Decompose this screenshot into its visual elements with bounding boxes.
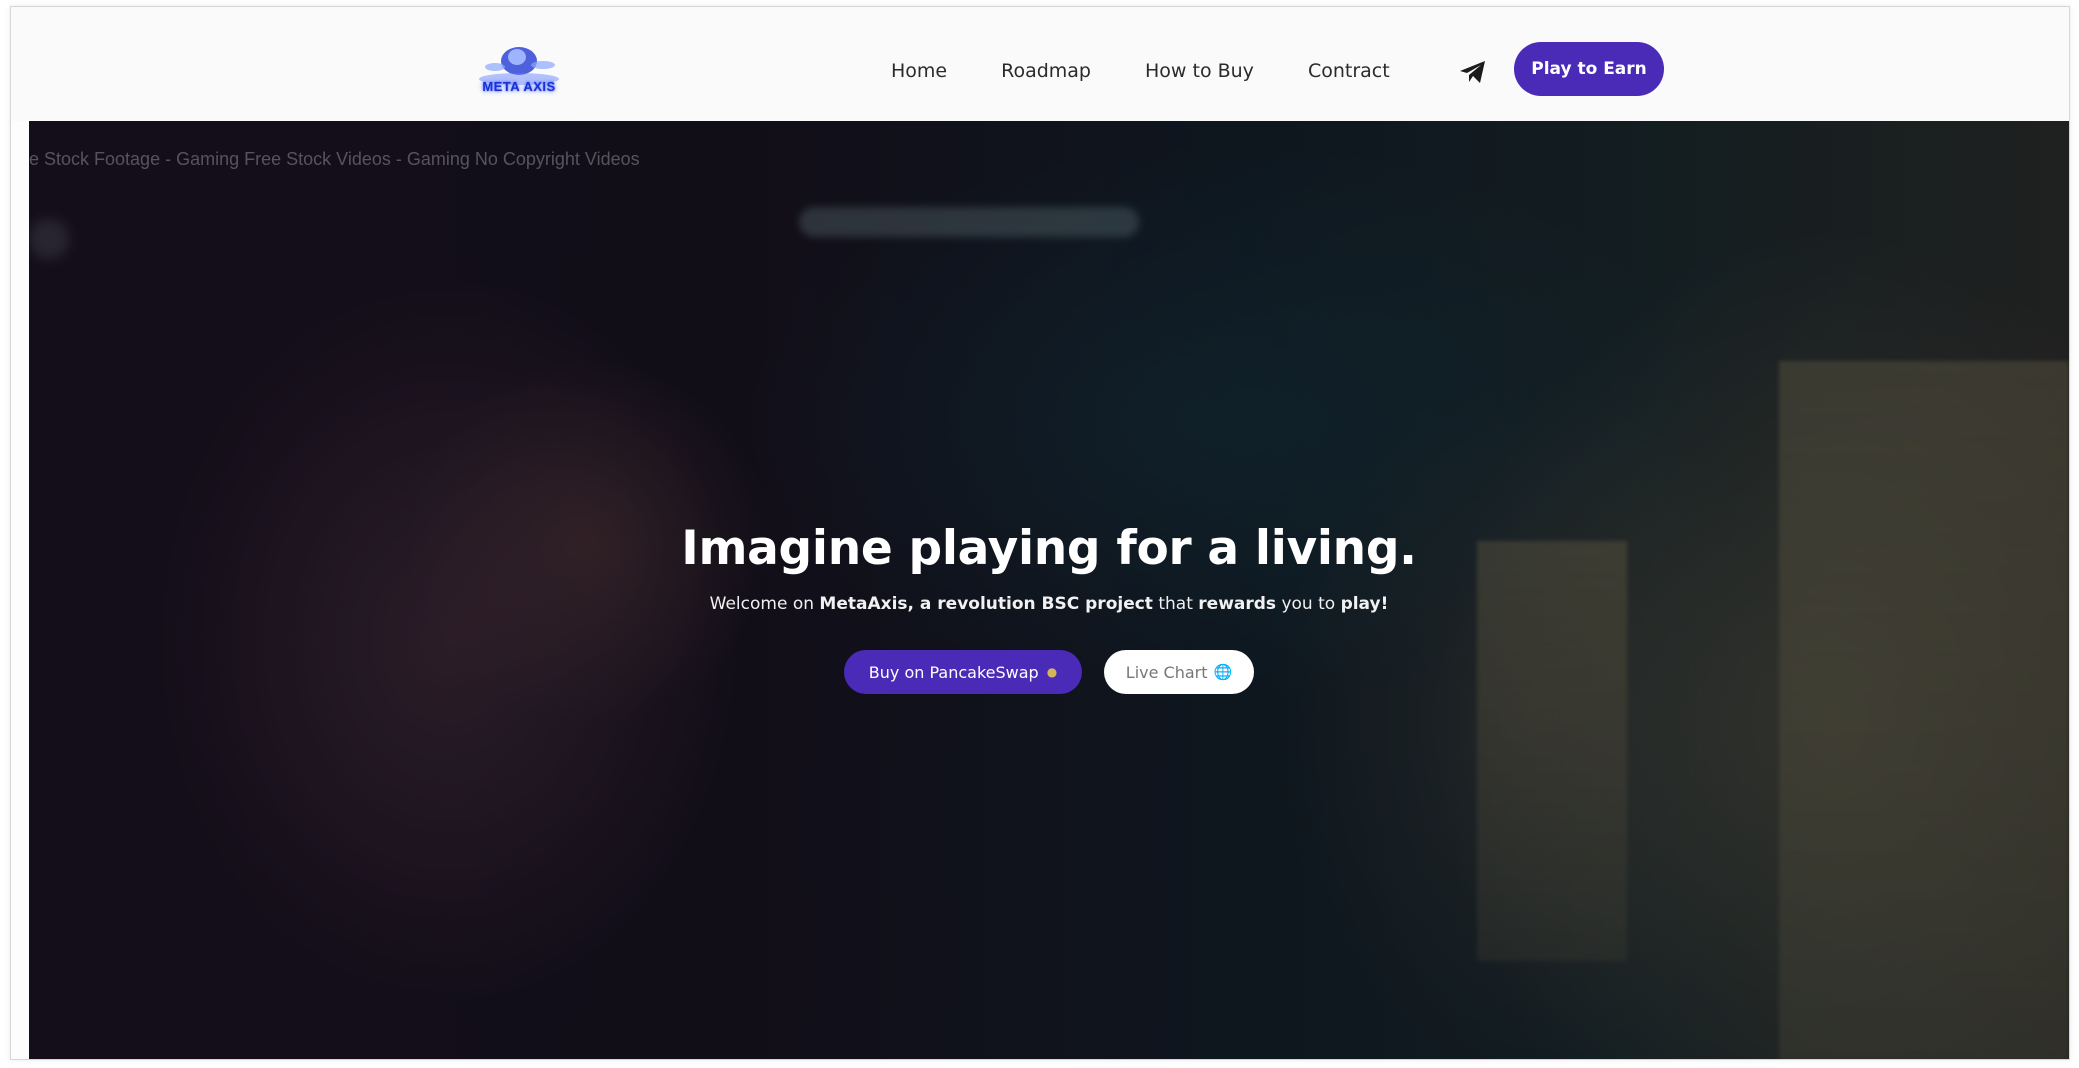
chart-button-label: Live Chart — [1125, 662, 1208, 682]
subtitle-bold: rewards — [1198, 594, 1277, 614]
buy-button-label: Buy on PancakeSwap — [868, 662, 1039, 682]
hero-subtitle: Welcome on MetaAxis, a revolution BSC pr… — [29, 594, 2069, 614]
hero-buttons: Buy on PancakeSwap ● Live Chart 🌐 — [29, 650, 2069, 694]
logo-text: META AXIS — [482, 79, 556, 94]
browser-page: META AXIS Home Roadmap How to Buy Contra… — [10, 6, 2070, 1060]
subtitle-text: that — [1152, 594, 1199, 614]
hero-content: Imagine playing for a living. Welcome on… — [29, 521, 2069, 694]
telegram-icon[interactable] — [1459, 59, 1487, 85]
nav-home[interactable]: Home — [891, 60, 947, 82]
globe-icon: 🌐 — [1213, 663, 1233, 681]
nav-roadmap[interactable]: Roadmap — [1001, 60, 1091, 82]
video-watermark: e Stock Footage - Gaming Free Stock Vide… — [29, 149, 640, 169]
subtitle-bold: play! — [1340, 594, 1389, 614]
subtitle-bold: MetaAxis, a revolution BSC project — [819, 594, 1153, 614]
site-header: META AXIS Home Roadmap How to Buy Contra… — [11, 7, 2069, 121]
live-chart-button[interactable]: Live Chart 🌐 — [1104, 650, 1254, 694]
nav-contract[interactable]: Contract — [1308, 60, 1390, 82]
hero-title: Imagine playing for a living. — [681, 521, 1417, 576]
play-to-earn-button[interactable]: Play to Earn — [1514, 42, 1664, 96]
main-nav: Home Roadmap How to Buy Contract — [891, 51, 1444, 91]
subtitle-text: Welcome on — [709, 594, 820, 614]
subtitle-text: you to — [1276, 594, 1341, 614]
hero-section: e Stock Footage - Gaming Free Stock Vide… — [29, 121, 2069, 1059]
site-logo[interactable]: META AXIS — [459, 39, 579, 103]
pancake-icon: ● — [1046, 665, 1058, 679]
buy-on-pancakeswap-button[interactable]: Buy on PancakeSwap ● — [844, 650, 1082, 694]
nav-how-to-buy[interactable]: How to Buy — [1145, 60, 1254, 82]
